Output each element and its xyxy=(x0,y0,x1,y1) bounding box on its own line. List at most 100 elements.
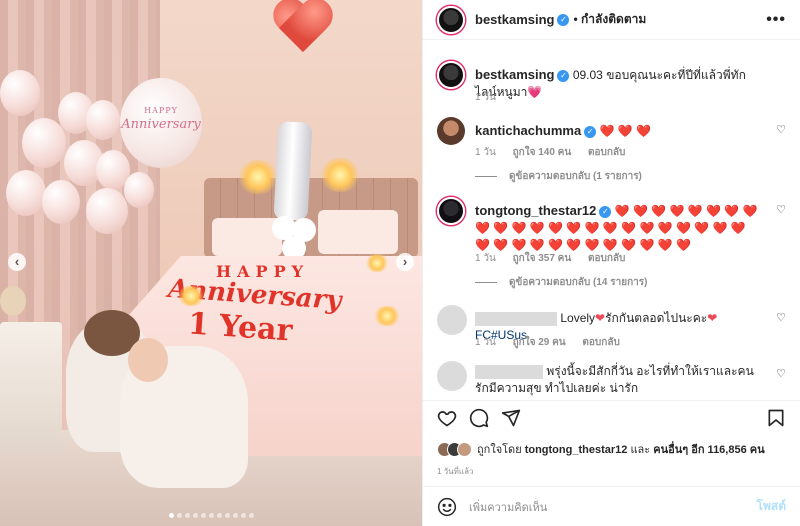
comment: พรุ่งนี้จะมีสักกี่วัน อะไรที่ทำให้เราและ… xyxy=(437,361,786,399)
balloon-text: Anniversary xyxy=(121,117,201,132)
anniversary-balloon: HAPPY Anniversary xyxy=(120,78,202,168)
carousel-dots xyxy=(0,513,422,518)
like-comment-icon[interactable]: ♡ xyxy=(776,123,786,136)
carousel-dot xyxy=(240,513,246,518)
post-comment-button[interactable]: โพสต์ xyxy=(757,497,786,516)
pillow xyxy=(318,210,398,254)
emoji-smile-icon[interactable] xyxy=(437,497,457,517)
post-header: bestkamsing ✓ • กำลังติดตาม ••• xyxy=(423,0,800,40)
comment-text: ❤️ ❤️ ❤️ xyxy=(599,124,652,138)
heart-emoji: ❤ xyxy=(595,311,606,325)
like-comment-icon[interactable]: ♡ xyxy=(776,203,786,216)
bed-text-year: 1 Year xyxy=(186,306,294,349)
commenter-username-hidden xyxy=(475,311,557,326)
view-replies-button[interactable]: ดูข้อความตอบกลับ (1 รายการ) xyxy=(475,169,642,184)
comment-bubble-icon[interactable] xyxy=(469,408,489,428)
comment-likes[interactable]: ถูกใจ 140 คน xyxy=(513,147,572,158)
balloon xyxy=(42,180,80,224)
post-photo[interactable]: HAPPY Anniversary HAPPY Anniversary 1 Ye… xyxy=(0,0,422,526)
commenter-username[interactable]: tongtong_thestar12 xyxy=(475,203,596,218)
carousel-dot xyxy=(224,513,230,518)
heart-balloon xyxy=(272,0,334,58)
comment-text-b: รักกันตลอดไปนะคะ xyxy=(605,311,708,325)
view-replies-label: ดูข้อความตอบกลับ (1 รายการ) xyxy=(509,171,642,182)
verified-icon: ✓ xyxy=(557,69,570,82)
carousel-prev-button[interactable]: ‹ xyxy=(8,253,26,271)
commenter-username[interactable]: kantichachumma xyxy=(475,123,581,138)
balloon xyxy=(124,172,154,208)
author-avatar[interactable] xyxy=(437,5,465,34)
like-comment-icon[interactable]: ♡ xyxy=(776,367,786,380)
author-username[interactable]: bestkamsing xyxy=(475,12,554,27)
comment-time: 1 วัน xyxy=(475,337,496,348)
carousel-dot xyxy=(248,513,254,518)
balloon xyxy=(0,70,40,116)
likes-summary: ถูกใจโดย tongtong_thestar12 และ คนอื่นๆ … xyxy=(437,440,786,458)
carousel-dot xyxy=(232,513,238,518)
comment-input[interactable]: เพิ่มความคิดเห็น xyxy=(469,498,547,516)
number-one-balloon xyxy=(273,121,313,221)
carousel-dot xyxy=(184,513,190,518)
teddy-bear xyxy=(0,286,26,316)
comment-likes[interactable]: ถูกใจ 29 คน xyxy=(513,337,566,348)
balloon xyxy=(86,188,128,234)
bookmark-icon[interactable] xyxy=(766,408,786,428)
reply-button[interactable]: ตอบกลับ xyxy=(588,147,625,158)
comment: kantichachumma ✓ ❤️ ❤️ ❤️ ♡ 1 วัน ถูกใจ 1… xyxy=(437,117,786,197)
carousel-dot xyxy=(176,513,182,518)
candle xyxy=(372,306,402,326)
carousel-dot xyxy=(168,513,174,518)
likes-user-link[interactable]: tongtong_thestar12 xyxy=(525,444,628,456)
likes-others-link[interactable]: คนอื่นๆ อีก 116,856 คน xyxy=(653,444,764,456)
view-replies-label: ดูข้อความตอบกลับ (14 รายการ) xyxy=(509,277,648,288)
comment: Lovely❤รักกันตลอดไปนะคะ❤FC#USus ♡ 1 วัน … xyxy=(437,305,786,355)
commenter-avatar[interactable] xyxy=(437,117,465,145)
replies-divider xyxy=(475,282,497,283)
carousel-dot xyxy=(208,513,214,518)
commenter-avatar[interactable] xyxy=(437,361,467,391)
likes-middle: และ xyxy=(630,444,651,456)
verified-icon: ✓ xyxy=(584,125,597,138)
wall-lamp xyxy=(318,158,362,192)
candle xyxy=(364,254,390,272)
caption: bestkamsing ✓ 09.03 ขอบคุณนะคะที่ปีที่แล้… xyxy=(437,61,786,121)
heart-emoji: ❤ xyxy=(707,311,718,325)
caption-avatar[interactable] xyxy=(437,61,465,89)
comment-time: 1 วัน xyxy=(475,147,496,158)
like-comment-icon[interactable]: ♡ xyxy=(776,311,786,324)
carousel-dot xyxy=(200,513,206,518)
candle xyxy=(176,286,206,306)
action-bar xyxy=(423,400,800,434)
liker-avatar xyxy=(457,441,472,457)
side-table xyxy=(0,322,62,452)
post-panel: bestkamsing ✓ • กำลังติดตาม ••• bestkams… xyxy=(422,0,800,526)
add-comment-bar: เพิ่มความคิดเห็น โพสต์ xyxy=(423,486,800,526)
carousel-next-button[interactable]: › xyxy=(396,253,414,271)
view-replies-button[interactable]: ดูข้อความตอบกลับ (14 รายการ) xyxy=(475,275,647,290)
carousel-dot xyxy=(192,513,198,518)
caption-username[interactable]: bestkamsing xyxy=(475,67,554,82)
comment: tongtong_thestar12 ✓ ❤️ ❤️ ❤️ ❤️ ❤️ ❤️ ❤️… xyxy=(437,197,786,297)
like-heart-icon[interactable] xyxy=(437,408,457,428)
wall-lamp xyxy=(236,160,280,194)
person-woman-face xyxy=(128,338,168,382)
verified-icon: ✓ xyxy=(599,205,612,218)
balloon xyxy=(6,170,46,216)
post-time[interactable]: 1 วันที่แล้ว xyxy=(437,465,473,478)
verified-icon: ✓ xyxy=(557,13,570,26)
carousel-dot xyxy=(216,513,222,518)
caption-time: 1 วัน xyxy=(475,92,496,103)
commenter-avatar[interactable] xyxy=(437,197,465,225)
replies-divider xyxy=(475,176,497,177)
comment-time: 1 วัน xyxy=(475,253,496,264)
comments-list[interactable]: bestkamsing ✓ 09.03 ขอบคุณนะคะที่ปีที่แล้… xyxy=(423,41,800,399)
reply-button[interactable]: ตอบกลับ xyxy=(588,253,625,264)
following-button[interactable]: • กำลังติดตาม xyxy=(573,10,646,29)
more-options-icon[interactable]: ••• xyxy=(766,11,786,29)
comment-likes[interactable]: ถูกใจ 357 คน xyxy=(513,253,572,264)
balloon xyxy=(22,118,66,168)
reply-button[interactable]: ตอบกลับ xyxy=(582,337,619,348)
balloon xyxy=(86,100,120,140)
share-icon[interactable] xyxy=(501,408,521,428)
commenter-avatar[interactable] xyxy=(437,305,467,335)
